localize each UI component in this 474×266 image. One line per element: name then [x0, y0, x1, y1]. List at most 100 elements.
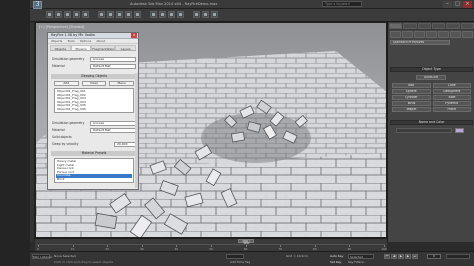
object-type-rollout[interactable]: Object Type	[390, 67, 473, 72]
material-presets-list[interactable]: Heavy metal Light metal Dense rock Porou…	[54, 158, 134, 183]
rayfire-menu: Objects Tools Options About	[48, 39, 138, 44]
sleep-velocity-label: Sleep by velocity	[52, 142, 79, 146]
material-row-2: Material Default Mat	[52, 128, 136, 133]
frame-ruler[interactable]: 0 10 20 30 40 50 60 70 80 90 100	[37, 244, 387, 251]
utilities-tab[interactable]	[460, 23, 474, 29]
sleeping-objects-list[interactable]: Object01_Frag_001 Object01_Frag_002 Obje…	[54, 88, 134, 113]
pyramid-button[interactable]: Pyramid	[432, 101, 471, 106]
previous-frame-icon[interactable]: ◀	[391, 254, 397, 259]
modify-tab[interactable]	[403, 23, 417, 29]
teapot-button[interactable]: Teapot	[392, 107, 431, 112]
display-tab[interactable]	[446, 23, 460, 29]
simulation-geometry-select-2[interactable]: Convex	[90, 121, 136, 126]
menu-tools[interactable]: Tools	[67, 39, 74, 43]
geosphere-button[interactable]: GeoSphere	[432, 89, 471, 94]
viewport-label[interactable]: [+] [Perspective] [Shaded]	[39, 25, 84, 29]
object-name-field[interactable]	[396, 128, 452, 133]
rotate-icon[interactable]	[125, 11, 132, 18]
align-icon[interactable]	[177, 11, 184, 18]
menu-about[interactable]: About	[96, 39, 105, 43]
angle-snap-icon[interactable]	[159, 11, 166, 18]
mirror-icon[interactable]	[168, 11, 175, 18]
menu-button[interactable]: Menu	[109, 81, 135, 86]
open-file-icon[interactable]	[55, 11, 62, 18]
list-item[interactable]: Object01_Frag_006	[56, 107, 132, 112]
lights-icon[interactable]	[414, 31, 425, 38]
move-icon[interactable]	[116, 11, 123, 18]
time-slider[interactable]: 100 / 100	[238, 239, 254, 245]
hierarchy-tab[interactable]	[417, 23, 431, 29]
minimize-button[interactable]: –	[443, 1, 452, 8]
scale-icon[interactable]	[134, 11, 141, 18]
autogrid-checkbox[interactable]: AutoGrid	[416, 75, 446, 80]
torus-button[interactable]: Torus	[392, 101, 431, 106]
cameras-icon[interactable]	[426, 31, 437, 38]
geometry-icon[interactable]	[390, 31, 401, 38]
material-select-2[interactable]: Default Mat	[90, 128, 136, 133]
menu-options[interactable]: Options	[80, 39, 92, 43]
selected-dropdown-value: Selected	[350, 255, 364, 259]
clear-button[interactable]: Clear	[81, 81, 107, 86]
object-color-swatch[interactable]	[455, 128, 464, 133]
sleep-velocity-spinner[interactable]: 20,000	[114, 142, 136, 147]
sleeping-objects-header[interactable]: Sleeping Objects	[51, 74, 137, 79]
rayfire-close-button[interactable]: ×	[131, 33, 137, 38]
name-and-color-rollout[interactable]: Name and Color	[390, 120, 473, 125]
selection-status: None Selected	[54, 254, 76, 258]
timeline[interactable]: 100 / 100 0 10 20 30 40 50 60 70 80 90 100	[35, 238, 387, 251]
go-to-start-icon[interactable]: ⏮	[384, 254, 390, 259]
sphere-button[interactable]: Sphere	[392, 89, 431, 94]
snap-toggle-icon[interactable]	[150, 11, 157, 18]
maximize-button[interactable]: □	[453, 1, 462, 8]
render-setup-icon[interactable]	[202, 11, 209, 18]
cylinder-button[interactable]: Cylinder	[392, 95, 431, 100]
list-item[interactable]: Brick	[56, 177, 132, 182]
material-editor-icon[interactable]	[193, 11, 200, 18]
play-icon[interactable]: ▶	[398, 254, 404, 259]
screen-margin	[0, 0, 30, 266]
viewport-navigation[interactable]	[446, 254, 470, 259]
search-input[interactable]: Type a keyword	[322, 1, 362, 7]
undo-icon[interactable]	[73, 11, 80, 18]
save-file-icon[interactable]	[64, 11, 71, 18]
primitive-type-dropdown[interactable]: Standard Primitives	[390, 40, 450, 45]
go-to-end-icon[interactable]: ⏭	[412, 254, 418, 259]
rayfire-scrollbar[interactable]	[135, 73, 138, 188]
current-frame-field[interactable]: 0	[427, 254, 441, 259]
key-filters-button[interactable]: Key Filters...	[348, 260, 366, 264]
plane-button[interactable]: Plane	[432, 107, 471, 112]
material-select[interactable]: Default Mat	[90, 64, 136, 69]
tube-button[interactable]: Tube	[432, 95, 471, 100]
box-button[interactable]: Box	[392, 83, 431, 88]
systems-icon[interactable]	[462, 31, 473, 38]
lock-selection-toggle[interactable]	[226, 254, 244, 259]
new-scene-icon[interactable]	[46, 11, 53, 18]
shapes-icon[interactable]	[402, 31, 413, 38]
add-time-tag[interactable]: Add Time Tag	[230, 260, 250, 264]
set-key-button[interactable]: Set Key	[330, 260, 341, 264]
rayfire-title-bar[interactable]: RayFire 1.58 by Mir Vadim ×	[48, 33, 138, 39]
tab-layers[interactable]: Layers	[115, 45, 136, 51]
render-icon[interactable]	[211, 11, 218, 18]
redo-icon[interactable]	[82, 11, 89, 18]
spacewarps-icon[interactable]	[450, 31, 461, 38]
close-button[interactable]: ×	[463, 1, 472, 8]
maxscript-label: Mini Listener	[33, 255, 53, 259]
auto-key-button[interactable]: Auto Key	[330, 254, 343, 258]
tab-objects[interactable]: Objects	[50, 45, 71, 51]
next-frame-icon[interactable]: ▶	[405, 254, 411, 259]
tab-physics[interactable]: Physics	[70, 45, 92, 51]
simulation-geometry-select[interactable]: Convex	[90, 57, 136, 62]
helpers-icon[interactable]	[438, 31, 449, 38]
material-presets-header[interactable]: Material Presets	[51, 151, 137, 156]
create-tab[interactable]	[389, 23, 403, 29]
add-button[interactable]: Add	[54, 81, 79, 86]
menu-objects[interactable]: Objects	[51, 39, 62, 43]
tab-fragmentation[interactable]: Fragmentation	[91, 45, 116, 51]
main-toolbar	[30, 9, 474, 22]
app-logo-icon[interactable]: 3	[33, 1, 42, 9]
select-object-icon[interactable]	[98, 11, 105, 18]
motion-tab[interactable]	[431, 23, 446, 29]
select-by-name-icon[interactable]	[107, 11, 114, 18]
cone-button[interactable]: Cone	[432, 83, 471, 88]
